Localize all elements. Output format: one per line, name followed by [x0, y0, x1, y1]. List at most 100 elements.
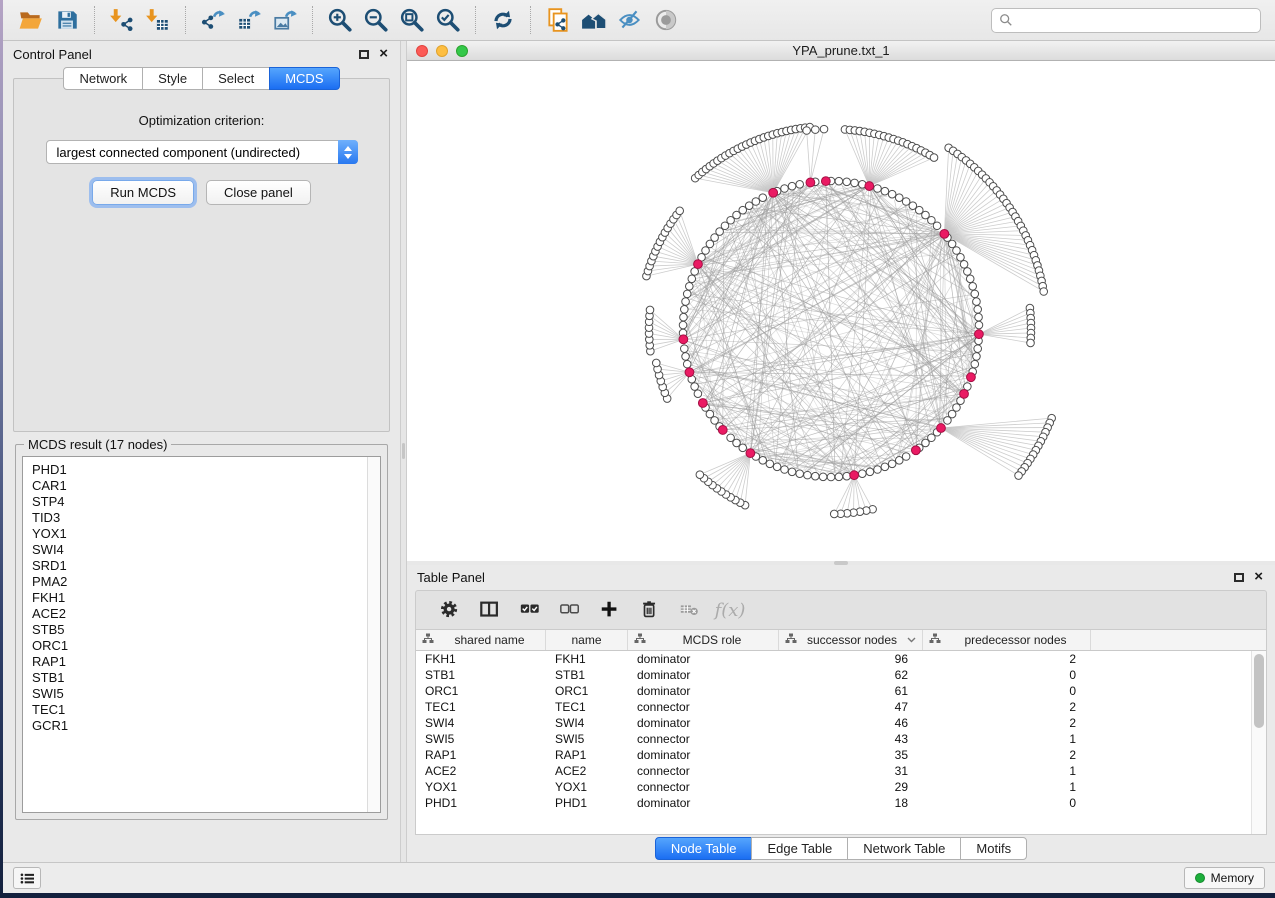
column-header-MCDS-role[interactable]: MCDS role [628, 630, 779, 650]
splitter-grip[interactable] [402, 443, 405, 459]
column-header-successor-nodes[interactable]: successor nodes [779, 630, 923, 650]
cell-name[interactable]: PHD1 [546, 796, 628, 810]
cell-name[interactable]: TEC1 [546, 700, 628, 714]
table-row[interactable]: ACE2ACE2connector311 [416, 763, 1266, 779]
network-canvas[interactable] [407, 61, 1275, 561]
mcds-result-item[interactable]: STB1 [32, 670, 367, 686]
search-input[interactable] [1018, 13, 1253, 28]
mcds-result-item[interactable]: RAP1 [32, 654, 367, 670]
cell-MCDS-role[interactable]: dominator [628, 668, 779, 682]
tab-network-table[interactable]: Network Table [847, 837, 961, 860]
cell-successor-nodes[interactable]: 96 [779, 652, 923, 666]
network-graph[interactable] [407, 61, 1275, 561]
cell-name[interactable]: ORC1 [546, 684, 628, 698]
cell-shared-name[interactable]: ACE2 [416, 764, 546, 778]
gear-button[interactable] [430, 595, 470, 625]
cell-MCDS-role[interactable]: dominator [628, 652, 779, 666]
cell-name[interactable]: YOX1 [546, 780, 628, 794]
tab-mcds[interactable]: MCDS [269, 67, 339, 90]
cell-successor-nodes[interactable]: 62 [779, 668, 923, 682]
hide-selected-button[interactable] [612, 4, 648, 36]
mcds-result-item[interactable]: ORC1 [32, 638, 367, 654]
cell-MCDS-role[interactable]: connector [628, 700, 779, 714]
table-row[interactable]: SWI5SWI5connector431 [416, 731, 1266, 747]
tab-network[interactable]: Network [63, 67, 143, 90]
table-row[interactable]: STB1STB1dominator620 [416, 667, 1266, 683]
cell-predecessor-nodes[interactable]: 1 [923, 732, 1091, 746]
select-all-button[interactable] [510, 595, 550, 625]
splitter-grip[interactable] [834, 561, 848, 565]
close-panel-icon[interactable]: × [379, 49, 388, 59]
cell-successor-nodes[interactable]: 18 [779, 796, 923, 810]
tab-style[interactable]: Style [142, 67, 203, 90]
table-row[interactable]: FKH1FKH1dominator962 [416, 651, 1266, 667]
cell-shared-name[interactable]: ORC1 [416, 684, 546, 698]
cell-name[interactable]: RAP1 [546, 748, 628, 762]
show-all-networks-button[interactable] [576, 4, 612, 36]
float-panel-icon[interactable] [1234, 573, 1244, 582]
export-table-button[interactable] [231, 4, 267, 36]
mcds-result-item[interactable]: TEC1 [32, 702, 367, 718]
export-image-button[interactable] [267, 4, 303, 36]
cell-successor-nodes[interactable]: 47 [779, 700, 923, 714]
cell-predecessor-nodes[interactable]: 1 [923, 780, 1091, 794]
cell-name[interactable]: STB1 [546, 668, 628, 682]
cell-MCDS-role[interactable]: connector [628, 764, 779, 778]
column-view-button[interactable] [470, 595, 510, 625]
window-minimize-button[interactable] [436, 45, 448, 57]
mcds-result-item[interactable]: STP4 [32, 494, 367, 510]
tab-node-table[interactable]: Node Table [655, 837, 753, 860]
cell-predecessor-nodes[interactable]: 2 [923, 700, 1091, 714]
zoom-fit-button[interactable] [394, 4, 430, 36]
cell-predecessor-nodes[interactable]: 2 [923, 652, 1091, 666]
run-mcds-button[interactable]: Run MCDS [92, 180, 194, 205]
cell-successor-nodes[interactable]: 29 [779, 780, 923, 794]
tab-select[interactable]: Select [202, 67, 270, 90]
close-panel-button[interactable]: Close panel [206, 180, 311, 205]
cell-successor-nodes[interactable]: 61 [779, 684, 923, 698]
cell-shared-name[interactable]: PHD1 [416, 796, 546, 810]
cell-MCDS-role[interactable]: connector [628, 732, 779, 746]
tab-motifs[interactable]: Motifs [960, 837, 1027, 860]
delete-row-button[interactable] [630, 595, 670, 625]
table-row[interactable]: TEC1TEC1connector472 [416, 699, 1266, 715]
cell-shared-name[interactable]: SWI5 [416, 732, 546, 746]
cell-MCDS-role[interactable]: dominator [628, 796, 779, 810]
cell-shared-name[interactable]: FKH1 [416, 652, 546, 666]
scrollbar-thumb[interactable] [1254, 654, 1264, 728]
cell-shared-name[interactable]: RAP1 [416, 748, 546, 762]
cell-MCDS-role[interactable]: dominator [628, 716, 779, 730]
cell-successor-nodes[interactable]: 35 [779, 748, 923, 762]
mcds-result-item[interactable]: GCR1 [32, 718, 367, 734]
horizontal-splitter[interactable] [407, 561, 1275, 565]
zoom-in-button[interactable] [322, 4, 358, 36]
cell-shared-name[interactable]: YOX1 [416, 780, 546, 794]
result-list-scrollbar[interactable] [367, 457, 380, 812]
window-close-button[interactable] [416, 45, 428, 57]
close-panel-icon[interactable]: × [1254, 572, 1263, 582]
cell-shared-name[interactable]: TEC1 [416, 700, 546, 714]
cell-shared-name[interactable]: SWI4 [416, 716, 546, 730]
cell-predecessor-nodes[interactable]: 0 [923, 668, 1091, 682]
mcds-result-item[interactable]: PMA2 [32, 574, 367, 590]
column-header-name[interactable]: name [546, 630, 628, 650]
mcds-result-item[interactable]: YOX1 [32, 526, 367, 542]
import-table-button[interactable] [140, 4, 176, 36]
show-hidden-button[interactable] [648, 4, 684, 36]
column-header-predecessor-nodes[interactable]: predecessor nodes [923, 630, 1091, 650]
network-from-selection-button[interactable] [540, 4, 576, 36]
mcds-result-item[interactable]: SWI4 [32, 542, 367, 558]
criterion-dropdown[interactable]: largest connected component (undirected) [46, 140, 358, 164]
cell-successor-nodes[interactable]: 46 [779, 716, 923, 730]
mcds-result-item[interactable]: CAR1 [32, 478, 367, 494]
add-row-button[interactable] [590, 595, 630, 625]
mcds-result-item[interactable]: TID3 [32, 510, 367, 526]
cell-name[interactable]: SWI4 [546, 716, 628, 730]
cell-predecessor-nodes[interactable]: 2 [923, 748, 1091, 762]
deselect-all-button[interactable] [550, 595, 590, 625]
task-history-button[interactable] [13, 867, 41, 889]
apply-layout-button[interactable] [485, 4, 521, 36]
table-row[interactable]: YOX1YOX1connector291 [416, 779, 1266, 795]
cell-successor-nodes[interactable]: 43 [779, 732, 923, 746]
mcds-result-item[interactable]: SWI5 [32, 686, 367, 702]
